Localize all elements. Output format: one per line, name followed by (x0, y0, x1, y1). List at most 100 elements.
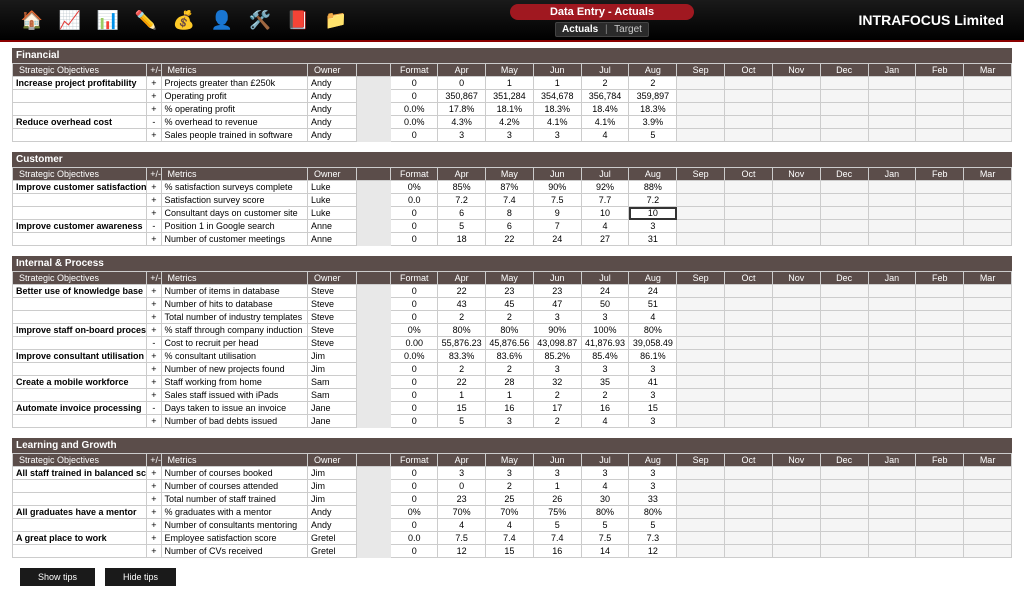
value-cell[interactable]: 51 (629, 298, 677, 311)
value-cell[interactable] (677, 519, 725, 532)
value-cell[interactable]: 88% (629, 181, 677, 194)
value-cell[interactable] (964, 324, 1012, 337)
value-cell[interactable] (868, 181, 916, 194)
value-cell[interactable] (772, 298, 820, 311)
value-cell[interactable] (725, 181, 773, 194)
value-cell[interactable]: 86.1% (629, 350, 677, 363)
value-cell[interactable] (868, 77, 916, 90)
value-cell[interactable]: 80% (486, 324, 534, 337)
value-cell[interactable]: 1 (486, 389, 534, 402)
value-cell[interactable] (772, 103, 820, 116)
value-cell[interactable] (916, 532, 964, 545)
value-cell[interactable] (916, 285, 964, 298)
format-cell[interactable]: 0 (391, 233, 438, 246)
value-cell[interactable] (868, 545, 916, 558)
value-cell[interactable]: 2 (486, 480, 534, 493)
value-cell[interactable] (916, 116, 964, 129)
value-cell[interactable]: 4 (581, 480, 629, 493)
value-cell[interactable]: 3 (533, 311, 581, 324)
value-cell[interactable] (677, 220, 725, 233)
value-cell[interactable]: 7.2 (629, 194, 677, 207)
value-cell[interactable]: 4.1% (533, 116, 581, 129)
value-cell[interactable]: 3 (581, 311, 629, 324)
value-cell[interactable]: 6 (438, 207, 486, 220)
value-cell[interactable]: 3 (533, 363, 581, 376)
value-cell[interactable]: 3 (629, 220, 677, 233)
value-cell[interactable] (725, 363, 773, 376)
value-cell[interactable] (725, 532, 773, 545)
value-cell[interactable] (964, 298, 1012, 311)
value-cell[interactable] (772, 220, 820, 233)
value-cell[interactable]: 7.5 (438, 532, 486, 545)
value-cell[interactable] (725, 194, 773, 207)
value-cell[interactable] (772, 376, 820, 389)
value-cell[interactable] (868, 519, 916, 532)
value-cell[interactable]: 87% (486, 181, 534, 194)
format-cell[interactable]: 0% (391, 181, 438, 194)
value-cell[interactable]: 7.4 (486, 194, 534, 207)
value-cell[interactable]: 18.1% (486, 103, 534, 116)
value-cell[interactable] (772, 350, 820, 363)
value-cell[interactable]: 1 (533, 480, 581, 493)
value-cell[interactable] (725, 506, 773, 519)
value-cell[interactable]: 92% (581, 181, 629, 194)
value-cell[interactable] (964, 545, 1012, 558)
value-cell[interactable] (964, 415, 1012, 428)
value-cell[interactable] (772, 116, 820, 129)
value-cell[interactable] (820, 493, 868, 506)
value-cell[interactable] (677, 337, 725, 350)
value-cell[interactable] (677, 311, 725, 324)
value-cell[interactable] (916, 506, 964, 519)
value-cell[interactable] (916, 389, 964, 402)
value-cell[interactable]: 4.2% (486, 116, 534, 129)
value-cell[interactable] (916, 493, 964, 506)
value-cell[interactable] (725, 389, 773, 402)
value-cell[interactable] (772, 519, 820, 532)
value-cell[interactable] (772, 90, 820, 103)
value-cell[interactable] (820, 233, 868, 246)
value-cell[interactable] (868, 350, 916, 363)
value-cell[interactable] (964, 129, 1012, 142)
value-cell[interactable]: 80% (629, 324, 677, 337)
value-cell[interactable] (820, 103, 868, 116)
value-cell[interactable] (677, 389, 725, 402)
value-cell[interactable] (677, 415, 725, 428)
value-cell[interactable] (772, 129, 820, 142)
value-cell[interactable] (725, 129, 773, 142)
value-cell[interactable] (725, 233, 773, 246)
format-cell[interactable]: 0 (391, 285, 438, 298)
value-cell[interactable]: 23 (438, 493, 486, 506)
value-cell[interactable] (964, 506, 1012, 519)
format-cell[interactable]: 0 (391, 363, 438, 376)
value-cell[interactable] (868, 506, 916, 519)
value-cell[interactable]: 9 (533, 207, 581, 220)
value-cell[interactable] (868, 103, 916, 116)
value-cell[interactable]: 7.4 (533, 532, 581, 545)
value-cell[interactable] (916, 363, 964, 376)
value-cell[interactable]: 23 (533, 285, 581, 298)
value-cell[interactable]: 4.1% (581, 116, 629, 129)
value-cell[interactable]: 3 (581, 467, 629, 480)
value-cell[interactable] (964, 77, 1012, 90)
value-cell[interactable]: 3 (486, 415, 534, 428)
value-cell[interactable]: 14 (581, 545, 629, 558)
format-cell[interactable]: 0 (391, 220, 438, 233)
value-cell[interactable]: 18.3% (629, 103, 677, 116)
format-cell[interactable]: 0 (391, 480, 438, 493)
value-cell[interactable]: 45,876.56 (486, 337, 534, 350)
value-cell[interactable] (725, 402, 773, 415)
value-cell[interactable] (964, 285, 1012, 298)
value-cell[interactable] (868, 220, 916, 233)
value-cell[interactable]: 15 (438, 402, 486, 415)
value-cell[interactable] (820, 181, 868, 194)
value-cell[interactable] (820, 480, 868, 493)
value-cell[interactable]: 350,867 (438, 90, 486, 103)
value-cell[interactable] (677, 116, 725, 129)
person-icon[interactable]: 👤 (210, 8, 234, 32)
value-cell[interactable] (725, 77, 773, 90)
value-cell[interactable] (868, 337, 916, 350)
format-cell[interactable]: 0 (391, 207, 438, 220)
value-cell[interactable] (868, 493, 916, 506)
tab-actuals[interactable]: Actuals (562, 24, 598, 35)
value-cell[interactable] (916, 207, 964, 220)
